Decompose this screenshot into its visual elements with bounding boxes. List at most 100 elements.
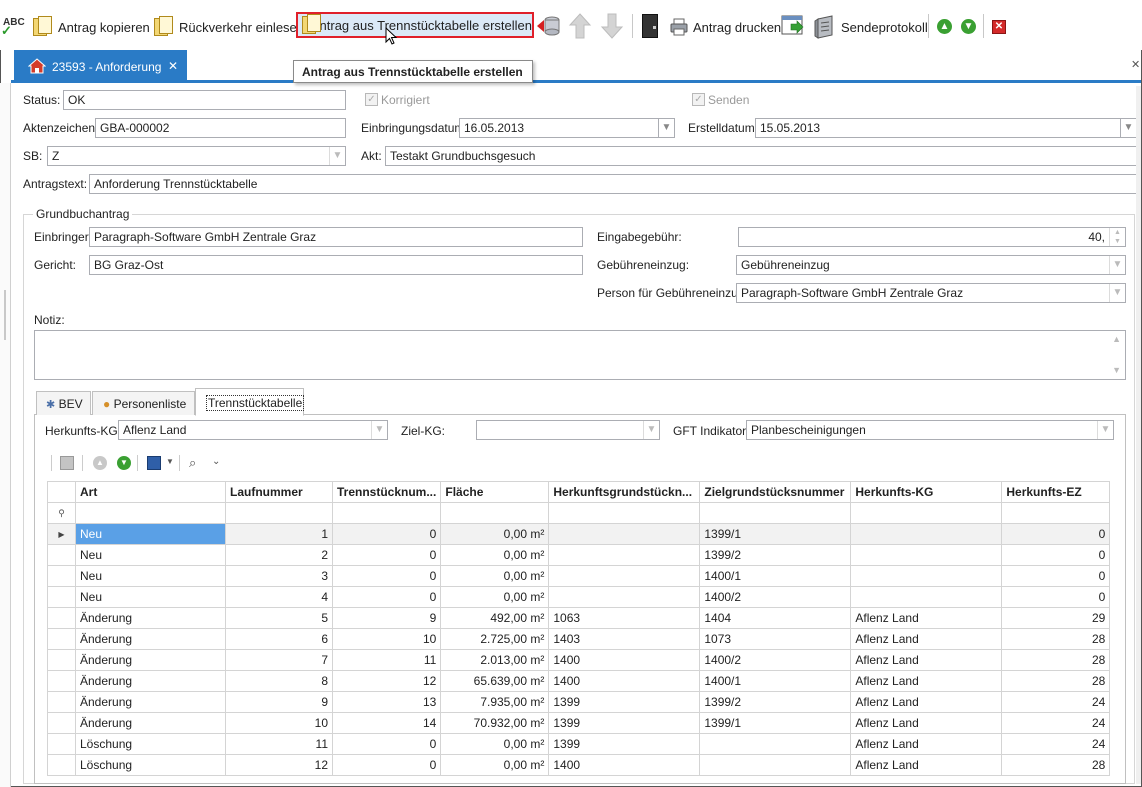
table-cell[interactable]: 0,00 m²: [440, 565, 550, 587]
table-cell[interactable]: 10: [331, 628, 442, 650]
table-cell[interactable]: 1399: [548, 733, 701, 755]
table-cell[interactable]: 29: [1001, 607, 1111, 629]
table-cell[interactable]: [850, 523, 1003, 545]
table-cell[interactable]: Neu: [75, 565, 226, 587]
table-cell[interactable]: 24: [1001, 733, 1111, 755]
person-gebuehreneinzug-field[interactable]: Paragraph-Software GmbH Zentrale Graz ▼: [736, 283, 1126, 303]
gft-indikator-field[interactable]: Planbescheinigungen ▼: [746, 420, 1114, 440]
import-return-button[interactable]: Rückverkehr einlesen: [154, 10, 304, 44]
chevron-down-icon[interactable]: ▼: [371, 421, 387, 439]
document-tab[interactable]: 23593 - Anforderung ✕: [14, 50, 187, 83]
table-cell[interactable]: 1400/2: [699, 586, 852, 608]
table-cell[interactable]: 2.013,00 m²: [440, 649, 550, 671]
table-cell[interactable]: 6: [225, 628, 333, 650]
table-cell[interactable]: [548, 544, 701, 566]
table-cell[interactable]: Neu: [75, 544, 226, 566]
table-cell[interactable]: Änderung: [75, 670, 226, 692]
tab-trennstuecktabelle[interactable]: Trennstücktabelle: [195, 388, 305, 416]
sb-field[interactable]: Z ▼: [47, 146, 346, 166]
table-cell[interactable]: Neu: [75, 523, 226, 545]
table-row[interactable]: Löschung 11 0 0,00 m² 1399 Aflenz Land 24: [47, 733, 1111, 755]
table-cell[interactable]: [548, 586, 701, 608]
table-cell[interactable]: 28: [1001, 628, 1111, 650]
arrow-down-green-icon[interactable]: ▼: [961, 19, 976, 34]
chevron-down-icon[interactable]: ▼: [1109, 284, 1125, 302]
table-cell[interactable]: [699, 754, 852, 776]
column-header[interactable]: Trennstücknum...: [331, 481, 442, 503]
filter-cell[interactable]: [331, 502, 442, 524]
table-row[interactable]: Neu 3 0 0,00 m² 1400/1 0: [47, 565, 1111, 587]
arrow-up-gray-icon[interactable]: ▲: [93, 456, 107, 470]
ziel-kg-field[interactable]: ▼: [476, 420, 660, 440]
table-cell[interactable]: Löschung: [75, 733, 226, 755]
table-cell[interactable]: 1063: [548, 607, 701, 629]
table-cell[interactable]: 0,00 m²: [440, 586, 550, 608]
column-header[interactable]: Laufnummer: [225, 481, 333, 503]
table-cell[interactable]: 1399/1: [699, 712, 852, 734]
table-row[interactable]: Löschung 12 0 0,00 m² 1400 Aflenz Land 28: [47, 754, 1111, 776]
table-cell[interactable]: 1403: [548, 628, 701, 650]
antragstext-field[interactable]: Anforderung Trennstücktabelle: [89, 174, 1137, 194]
table-cell[interactable]: 0: [331, 523, 442, 545]
send-protocol-button[interactable]: Sendeprotokoll: [814, 10, 928, 44]
table-cell[interactable]: 0,00 m²: [440, 544, 550, 566]
table-cell[interactable]: 0: [331, 733, 442, 755]
filter-cell[interactable]: [548, 502, 701, 524]
table-cell[interactable]: Aflenz Land: [850, 607, 1003, 629]
status-field[interactable]: OK: [63, 90, 346, 110]
save-icon[interactable]: [147, 456, 161, 470]
aktenzeichen-field[interactable]: GBA-000002: [95, 118, 346, 138]
erstelldatum-field[interactable]: 15.05.2013 ▼: [755, 118, 1137, 138]
table-cell[interactable]: [699, 733, 852, 755]
filter-cell[interactable]: [225, 502, 333, 524]
table-cell[interactable]: 2.725,00 m²: [440, 628, 550, 650]
column-header[interactable]: Fläche: [440, 481, 550, 503]
create-from-table-button[interactable]: Antrag aus Trennstücktabelle erstellen: [296, 12, 534, 38]
close-red-icon[interactable]: ✕: [992, 20, 1006, 34]
table-cell[interactable]: 0,00 m²: [440, 523, 550, 545]
table-cell[interactable]: 0,00 m²: [440, 754, 550, 776]
table-cell[interactable]: 1399: [548, 712, 701, 734]
chevron-down-icon[interactable]: ▼: [329, 147, 345, 165]
table-cell[interactable]: 1: [225, 523, 333, 545]
table-cell[interactable]: 24: [1001, 691, 1111, 713]
table-cell[interactable]: 12: [225, 754, 333, 776]
table-cell[interactable]: 1399/2: [699, 544, 852, 566]
search-icon[interactable]: ⌕: [189, 455, 196, 471]
table-cell[interactable]: 4: [225, 586, 333, 608]
arrow-up-green-icon[interactable]: ▲: [937, 19, 952, 34]
table-cell[interactable]: 0: [1001, 565, 1111, 587]
notiz-textarea[interactable]: ▲ ▼: [34, 330, 1126, 380]
table-cell[interactable]: 8: [225, 670, 333, 692]
copy-application-button[interactable]: Antrag kopieren: [33, 10, 150, 44]
einbringungsdatum-field[interactable]: 16.05.2013 ▼: [459, 118, 675, 138]
table-row[interactable]: Änderung 10 14 70.932,00 m² 1399 1399/1 Aflenz…: [47, 712, 1111, 734]
scroll-down-icon[interactable]: ▼: [1112, 365, 1121, 375]
delete-row-icon[interactable]: [60, 456, 74, 470]
column-header[interactable]: Herkunfts-KG: [850, 481, 1003, 503]
table-row[interactable]: Änderung 5 9 492,00 m² 1063 1404 Aflenz Land 29: [47, 607, 1111, 629]
chevron-down-icon[interactable]: ▼: [1120, 119, 1136, 137]
move-down-icon[interactable]: [600, 12, 624, 40]
table-cell[interactable]: 14: [331, 712, 442, 734]
column-header[interactable]: Herkunfts-EZ: [1001, 481, 1111, 503]
table-row[interactable]: ▶ Neu 1 0 0,00 m² 1399/1 0: [47, 523, 1111, 545]
table-cell[interactable]: 1404: [699, 607, 852, 629]
door-icon[interactable]: [642, 14, 658, 38]
table-cell[interactable]: 3: [225, 565, 333, 587]
table-cell[interactable]: Aflenz Land: [850, 691, 1003, 713]
table-cell[interactable]: Aflenz Land: [850, 712, 1003, 734]
filter-cell[interactable]: [699, 502, 852, 524]
table-cell[interactable]: 28: [1001, 649, 1111, 671]
table-cell[interactable]: 1400: [548, 649, 701, 671]
scroll-up-icon[interactable]: ▲: [1112, 334, 1121, 344]
table-cell[interactable]: 1400/2: [699, 649, 852, 671]
eingabegebuehr-field[interactable]: 40, ▲ ▼: [738, 227, 1126, 247]
table-cell[interactable]: 13: [331, 691, 442, 713]
table-cell[interactable]: 24: [1001, 712, 1111, 734]
chevron-down-icon[interactable]: ▼: [658, 119, 674, 137]
table-cell[interactable]: 11: [331, 649, 442, 671]
filter-cell[interactable]: [440, 502, 550, 524]
table-cell[interactable]: 9: [331, 607, 442, 629]
table-cell[interactable]: Änderung: [75, 607, 226, 629]
